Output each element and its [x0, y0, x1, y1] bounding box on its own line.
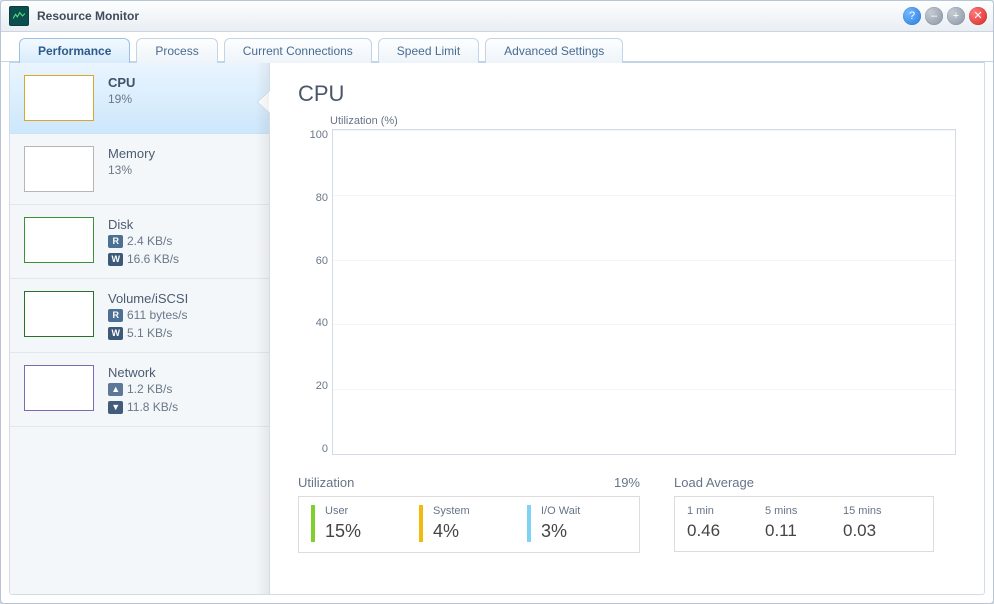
stat-value: 0.03 — [843, 521, 921, 541]
stats-row: Utilization 19% User 15% System 4% — [298, 475, 956, 553]
stat-label: 5 mins — [765, 505, 843, 517]
disk-thumb-icon — [24, 217, 94, 263]
chart-y-axis: 100 80 60 40 20 0 — [298, 129, 332, 455]
ytick: 80 — [316, 192, 328, 204]
network-down-value: ▼ 11.8 KB/s — [108, 400, 178, 414]
disk-write-value: W 16.6 KB/s — [108, 252, 179, 266]
sidebar-item-label: Volume/iSCSI — [108, 291, 188, 306]
tab-label: Current Connections — [243, 44, 353, 58]
page-title: CPU — [298, 81, 956, 107]
write-badge-icon: W — [108, 327, 123, 340]
chart-plot-area — [332, 129, 956, 455]
volume-read-value: R 611 bytes/s — [108, 308, 188, 322]
loadavg-15min: 15 mins 0.03 — [843, 505, 921, 541]
sidebar-item-disk[interactable]: Disk R 2.4 KB/s W 16.6 KB/s — [10, 205, 269, 279]
loadavg-head: Load Average — [674, 475, 754, 490]
sidebar: CPU 19% Memory 13% Disk R 2.4 KB/s — [10, 63, 270, 594]
network-thumb-icon — [24, 365, 94, 411]
loadavg-5min: 5 mins 0.11 — [765, 505, 843, 541]
stat-value: 4% — [433, 521, 519, 542]
memory-thumb-icon — [24, 146, 94, 192]
stat-user: User 15% — [311, 505, 411, 542]
sidebar-item-volume-iscsi[interactable]: Volume/iSCSI R 611 bytes/s W 5.1 KB/s — [10, 279, 269, 353]
tab-label: Speed Limit — [397, 44, 460, 58]
tab-process[interactable]: Process — [136, 38, 217, 63]
loadavg-group: Load Average 1 min 0.46 5 mins 0.11 15 m… — [674, 475, 934, 552]
read-badge-icon: R — [108, 235, 123, 248]
tab-performance[interactable]: Performance — [19, 38, 130, 63]
tab-current-connections[interactable]: Current Connections — [224, 38, 372, 63]
minimize-button[interactable]: – — [925, 7, 943, 25]
ytick: 60 — [316, 255, 328, 267]
sidebar-item-value: 13% — [108, 163, 155, 177]
stat-value: 3% — [541, 521, 627, 542]
stat-label: System — [433, 505, 519, 517]
volume-thumb-icon — [24, 291, 94, 337]
sidebar-item-memory[interactable]: Memory 13% — [10, 134, 269, 205]
disk-read-value: R 2.4 KB/s — [108, 234, 179, 248]
tab-label: Performance — [38, 44, 111, 58]
sidebar-item-label: Memory — [108, 146, 155, 161]
download-arrow-icon: ▼ — [108, 401, 123, 414]
stat-label: 1 min — [687, 505, 765, 517]
stat-value: 15% — [325, 521, 411, 542]
window-buttons: ? – + ✕ — [903, 7, 987, 25]
tab-advanced-settings[interactable]: Advanced Settings — [485, 38, 623, 63]
sidebar-item-network[interactable]: Network ▲ 1.2 KB/s ▼ 11.8 KB/s — [10, 353, 269, 427]
loadavg-1min: 1 min 0.46 — [687, 505, 765, 541]
tabstrip: Performance Process Current Connections … — [1, 32, 993, 62]
help-button[interactable]: ? — [903, 7, 921, 25]
utilization-head: Utilization — [298, 475, 354, 490]
workarea: CPU 19% Memory 13% Disk R 2.4 KB/s — [9, 62, 985, 595]
ytick: 100 — [310, 129, 328, 141]
network-up-value: ▲ 1.2 KB/s — [108, 382, 178, 396]
sidebar-item-label: Disk — [108, 217, 179, 232]
utilization-box: User 15% System 4% I/O Wait 3% — [298, 496, 640, 553]
tab-label: Advanced Settings — [504, 44, 604, 58]
upload-arrow-icon: ▲ — [108, 383, 123, 396]
window-title: Resource Monitor — [37, 9, 903, 23]
cpu-thumb-icon — [24, 75, 94, 121]
utilization-group: Utilization 19% User 15% System 4% — [298, 475, 640, 553]
volume-write-value: W 5.1 KB/s — [108, 326, 188, 340]
stat-label: User — [325, 505, 411, 517]
write-badge-icon: W — [108, 253, 123, 266]
maximize-button[interactable]: + — [947, 7, 965, 25]
stat-iowait: I/O Wait 3% — [527, 505, 627, 542]
cpu-utilization-chart: 100 80 60 40 20 0 — [298, 129, 956, 455]
titlebar: Resource Monitor ? – + ✕ — [1, 1, 993, 32]
ytick: 0 — [322, 443, 328, 455]
tab-label: Process — [155, 44, 198, 58]
stat-value: 0.46 — [687, 521, 765, 541]
app-icon — [9, 6, 29, 26]
chart-axis-label: Utilization (%) — [330, 115, 956, 127]
stat-label: 15 mins — [843, 505, 921, 517]
content-panel: CPU Utilization (%) 100 80 60 40 20 0 — [270, 63, 984, 594]
ytick: 40 — [316, 317, 328, 329]
sidebar-item-cpu[interactable]: CPU 19% — [10, 63, 269, 134]
utilization-total: 19% — [614, 475, 640, 490]
sidebar-item-value: 19% — [108, 92, 135, 106]
tab-speed-limit[interactable]: Speed Limit — [378, 38, 479, 63]
read-badge-icon: R — [108, 309, 123, 322]
resource-monitor-window: Resource Monitor ? – + ✕ Performance Pro… — [0, 0, 994, 604]
sidebar-item-label: Network — [108, 365, 178, 380]
stat-system: System 4% — [419, 505, 519, 542]
loadavg-box: 1 min 0.46 5 mins 0.11 15 mins 0.03 — [674, 496, 934, 552]
ytick: 20 — [316, 380, 328, 392]
sidebar-item-label: CPU — [108, 75, 135, 90]
stat-value: 0.11 — [765, 521, 843, 541]
stat-label: I/O Wait — [541, 505, 627, 517]
close-button[interactable]: ✕ — [969, 7, 987, 25]
